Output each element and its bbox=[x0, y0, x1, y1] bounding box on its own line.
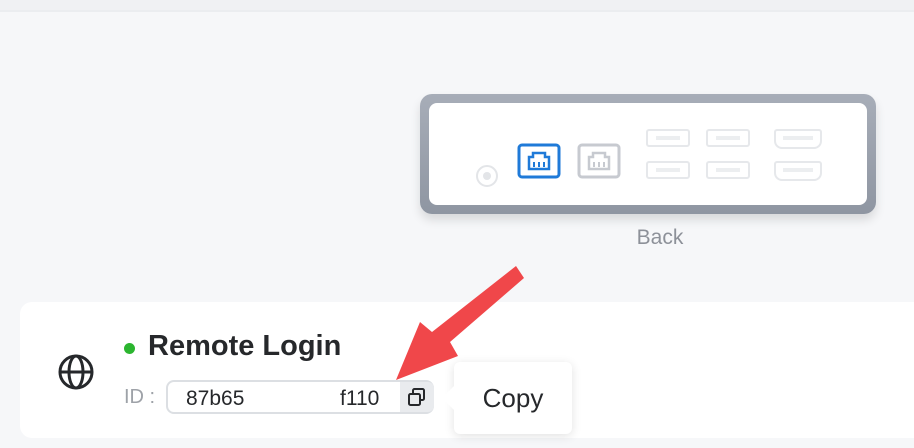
remote-login-title: Remote Login bbox=[148, 330, 342, 362]
power-port-icon bbox=[476, 165, 498, 187]
usb-port-icon bbox=[646, 129, 690, 147]
usb-port-icon bbox=[646, 161, 690, 179]
copy-icon bbox=[408, 388, 425, 406]
hdmi-port-icon bbox=[774, 161, 822, 181]
usb-port-icon bbox=[706, 161, 750, 179]
device-id-suffix: f110 bbox=[340, 387, 380, 410]
device-side-label: Back bbox=[636, 226, 684, 249]
ethernet-port-inactive-icon[interactable] bbox=[577, 143, 621, 179]
annotation-arrow-icon bbox=[396, 266, 524, 380]
hdmi-port-icon bbox=[774, 129, 822, 149]
device-port-area bbox=[429, 103, 867, 205]
device-id-prefix: 87b65 bbox=[186, 387, 245, 410]
top-divider bbox=[0, 0, 914, 12]
ethernet-port-active-icon[interactable] bbox=[517, 143, 561, 179]
globe-icon bbox=[56, 352, 96, 392]
status-indicator bbox=[124, 343, 135, 354]
usb-port-icon bbox=[706, 129, 750, 147]
device-back-panel bbox=[420, 94, 876, 214]
id-label: ID : bbox=[124, 386, 156, 408]
